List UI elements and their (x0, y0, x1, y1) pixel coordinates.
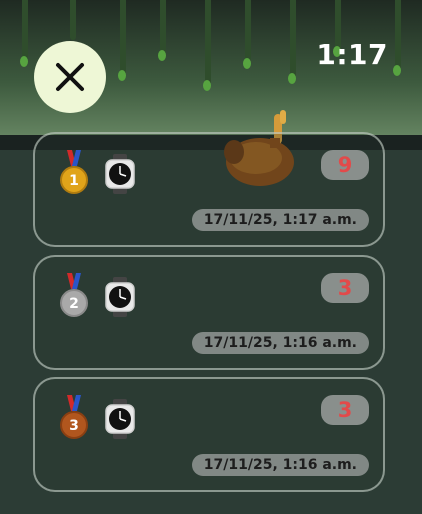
medal-rank: 2 (69, 296, 79, 312)
date-badge: 17/11/25, 1:16 a.m. (191, 332, 369, 354)
vine-bulb (118, 70, 126, 81)
close-icon (56, 63, 84, 91)
vine (120, 0, 126, 75)
leaderboard-row: 3 3 17/11/25, 1:16 a.m. (33, 377, 385, 492)
date-badge: 17/11/25, 1:16 a.m. (191, 454, 369, 476)
silver-medal-icon: 2 (60, 273, 88, 317)
vine (70, 0, 76, 40)
vine (205, 0, 211, 85)
vine-bulb (393, 65, 401, 76)
close-button[interactable] (34, 41, 106, 113)
vine-bulb (203, 80, 211, 91)
watch-icon (105, 277, 135, 317)
medal-rank: 1 (69, 173, 79, 189)
medal-rank: 3 (69, 418, 79, 434)
score-badge: 3 (321, 395, 369, 425)
bronze-medal-icon: 3 (60, 395, 88, 439)
vine (245, 0, 251, 62)
vine-bulb (243, 58, 251, 69)
score-badge: 3 (321, 273, 369, 303)
vine (22, 0, 28, 60)
date-badge: 17/11/25, 1:17 a.m. (191, 209, 369, 231)
vine-bulb (158, 50, 166, 61)
watch-icon (105, 154, 135, 194)
vine-bulb (20, 56, 28, 67)
watch-icon (105, 399, 135, 439)
vine-bulb (288, 73, 296, 84)
vine (395, 0, 401, 70)
leaderboard-row: 2 3 17/11/25, 1:16 a.m. (33, 255, 385, 370)
leaderboard-row: 1 9 17/11/25, 1:17 a.m. (33, 132, 385, 247)
gold-medal-icon: 1 (60, 150, 88, 194)
vine (160, 0, 166, 55)
vine (290, 0, 296, 78)
game-clock: 1:17 (316, 38, 388, 71)
score-badge: 9 (321, 150, 369, 180)
